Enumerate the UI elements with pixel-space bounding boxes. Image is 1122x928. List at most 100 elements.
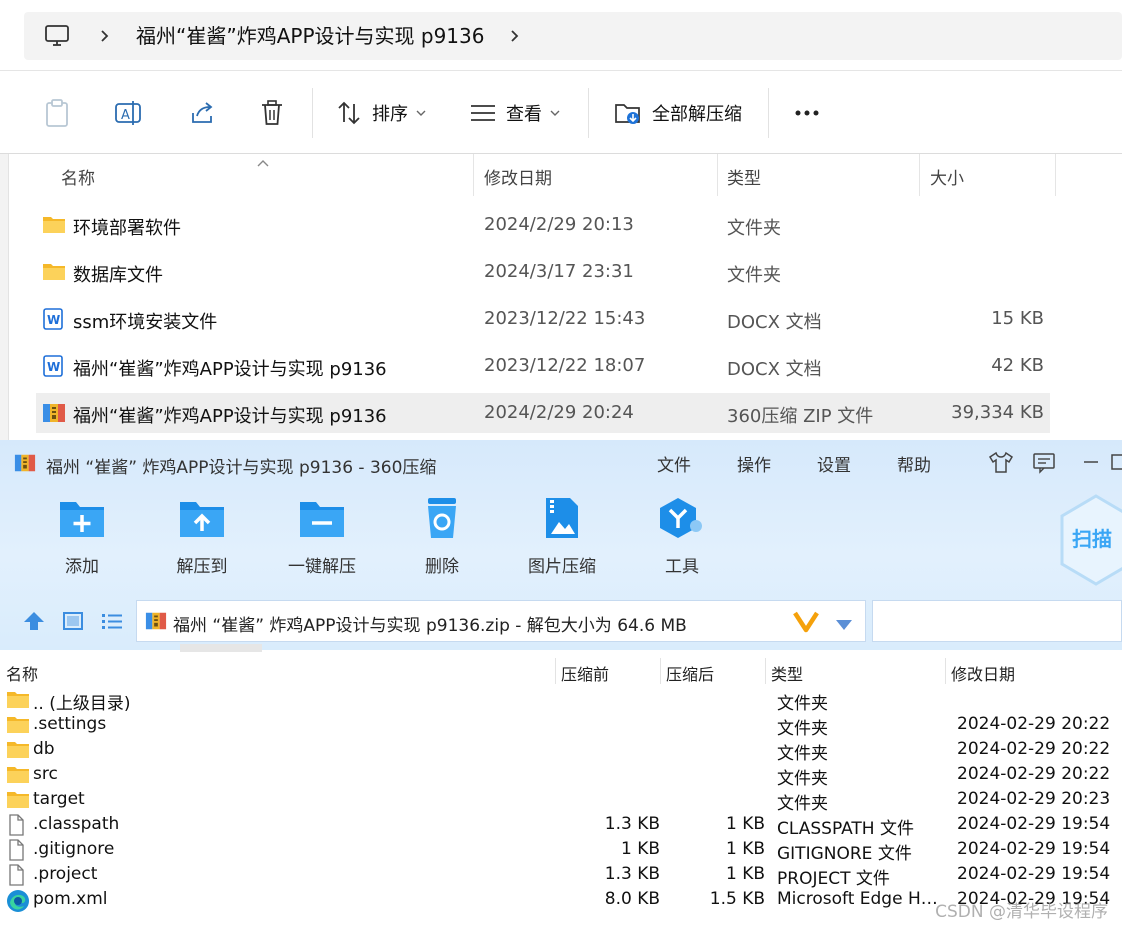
navigation-pane-edge — [0, 154, 9, 440]
file-row[interactable]: W ssm环境安装文件 2023/12/22 15:43 DOCX 文档 15 … — [36, 299, 1050, 339]
chevron-down-icon — [416, 110, 426, 116]
list-view-icon[interactable] — [100, 610, 124, 636]
archive-item-type: 文件夹 — [777, 769, 828, 789]
file-row-selected[interactable]: 福州“崔酱”炸鸡APP设计与实现 p9136 2024/2/29 20:24 3… — [36, 393, 1050, 433]
trash-icon — [262, 100, 282, 125]
extract-all-label: 全部解压缩 — [652, 104, 742, 125]
file-date: 2023/12/22 18:07 — [484, 355, 646, 376]
column-divider[interactable] — [660, 658, 661, 684]
command-bar: A 排序 查看 全部解压缩 — [0, 72, 1122, 154]
column-header-size[interactable]: 大小 — [930, 164, 964, 189]
zip-column-packed[interactable]: 压缩后 — [666, 661, 714, 685]
splitter-handle[interactable] — [180, 644, 262, 652]
archive-item-name: pom.xml — [33, 889, 108, 909]
file-row[interactable]: 数据库文件 2024/3/17 23:31 文件夹 — [36, 252, 1050, 292]
maximize-icon[interactable] — [1110, 450, 1122, 478]
zip-window-title: 福州 “崔酱” 炸鸡APP设计与实现 p9136 - 360压缩 — [46, 458, 437, 478]
column-header-name[interactable]: 名称 — [61, 164, 95, 189]
tools-label: 工具 — [665, 557, 699, 577]
archive-row[interactable]: .classpath 1.3 KB 1 KB CLASSPATH 文件 2024… — [0, 813, 1122, 839]
divider — [0, 70, 1122, 71]
archive-row[interactable]: src 文件夹 2024-02-29 20:22 — [0, 763, 1122, 789]
delete-button[interactable] — [260, 96, 284, 130]
zip-app-icon — [14, 452, 36, 478]
file-row[interactable]: W 福州“崔酱”炸鸡APP设计与实现 p9136 2023/12/22 18:0… — [36, 346, 1050, 386]
csdn-watermark: CSDN @清华毕设程序 — [935, 902, 1108, 922]
file-icon — [6, 864, 26, 890]
zip-column-size[interactable]: 压缩前 — [561, 661, 609, 685]
menu-settings[interactable]: 设置 — [817, 451, 851, 476]
column-divider[interactable] — [919, 154, 920, 196]
archive-row[interactable]: .gitignore 1 KB 1 KB GITIGNORE 文件 2024-0… — [0, 838, 1122, 864]
file-date: 2023/12/22 15:43 — [484, 308, 646, 329]
column-header-date[interactable]: 修改日期 — [484, 164, 552, 189]
rename-button[interactable]: A — [114, 96, 142, 130]
image-compress-icon — [546, 498, 578, 538]
paste-button[interactable] — [44, 96, 70, 130]
file-name: 福州“崔酱”炸鸡APP设计与实现 p9136 — [73, 406, 387, 427]
archive-item-type: 文件夹 — [777, 719, 828, 739]
zip-column-name[interactable]: 名称 — [6, 661, 38, 685]
archive-item-name: db — [33, 739, 55, 759]
archive-row[interactable]: .. (上级目录) 文件夹 — [0, 688, 1122, 714]
breadcrumb-current-folder[interactable]: 福州“崔酱”炸鸡APP设计与实现 p9136 — [136, 24, 484, 48]
column-divider[interactable] — [473, 154, 474, 196]
feedback-icon[interactable] — [1032, 450, 1056, 478]
chevron-right-icon[interactable] — [508, 24, 522, 52]
column-divider[interactable] — [945, 658, 946, 684]
archive-item-type: GITIGNORE 文件 — [777, 844, 912, 864]
address-bar[interactable]: 福州“崔酱”炸鸡APP设计与实现 p9136 — [24, 12, 1122, 60]
verified-v-icon[interactable] — [793, 609, 819, 637]
archive-item-size: 8.0 KB — [604, 889, 660, 909]
up-directory-icon[interactable] — [22, 610, 46, 636]
extract-all-button[interactable]: 全部解压缩 — [614, 96, 742, 130]
archive-row[interactable]: db 文件夹 2024-02-29 20:22 — [0, 738, 1122, 764]
one-click-extract-button[interactable]: 一键解压 — [262, 496, 382, 577]
divider — [312, 88, 313, 138]
zip-archive-icon — [42, 402, 66, 424]
sort-button[interactable]: 排序 — [336, 96, 426, 130]
thumbnail-view-icon[interactable] — [62, 610, 84, 636]
file-row[interactable]: 环境部署软件 2024/2/29 20:13 文件夹 — [36, 205, 1050, 245]
skin-shirt-icon[interactable] — [988, 450, 1014, 478]
dropdown-arrow-icon[interactable] — [835, 616, 853, 635]
add-button[interactable]: 添加 — [22, 496, 142, 577]
archive-path-field[interactable]: 福州 “崔酱” 炸鸡APP设计与实现 p9136.zip - 解包大小为 64.… — [136, 600, 866, 642]
column-divider[interactable] — [1055, 154, 1056, 196]
delete-archive-item-button[interactable]: 删除 — [382, 496, 502, 577]
archive-row[interactable]: .project 1.3 KB 1 KB PROJECT 文件 2024-02-… — [0, 863, 1122, 890]
zip-column-type[interactable]: 类型 — [771, 661, 803, 685]
tools-button[interactable]: 工具 — [622, 496, 742, 577]
sort-icon — [338, 101, 360, 125]
zip-column-date[interactable]: 修改日期 — [951, 661, 1015, 685]
sort-label: 排序 — [372, 104, 408, 125]
column-header-type[interactable]: 类型 — [727, 164, 761, 189]
this-pc-icon[interactable] — [44, 24, 70, 52]
archive-item-packed: 1 KB — [725, 839, 765, 859]
menu-help[interactable]: 帮助 — [897, 451, 931, 476]
column-divider[interactable] — [555, 658, 556, 684]
minimize-icon[interactable] — [1082, 450, 1100, 478]
scan-button[interactable]: 扫描 — [1058, 492, 1122, 592]
recycle-bin-icon — [428, 498, 456, 538]
menu-file[interactable]: 文件 — [657, 451, 691, 476]
menu-operate[interactable]: 操作 — [737, 451, 771, 476]
file-name: 环境部署软件 — [73, 218, 181, 239]
image-compress-button[interactable]: 图片压缩 — [502, 496, 622, 577]
file-type: 360压缩 ZIP 文件 — [727, 406, 874, 427]
chevron-right-icon[interactable] — [98, 24, 112, 52]
more-options-button[interactable] — [794, 96, 822, 130]
view-button[interactable]: 查看 — [470, 96, 560, 130]
column-divider[interactable] — [765, 658, 766, 684]
archive-row[interactable]: .settings 文件夹 2024-02-29 20:22 — [0, 713, 1122, 739]
column-divider[interactable] — [717, 154, 718, 196]
delete-label: 删除 — [425, 557, 459, 577]
archive-row[interactable]: target 文件夹 2024-02-29 20:23 — [0, 788, 1122, 814]
archive-item-date: 2024-02-29 20:22 — [957, 764, 1111, 784]
extract-to-button[interactable]: 解压到 — [142, 496, 262, 577]
zip-search-input[interactable] — [872, 600, 1122, 642]
share-button[interactable] — [188, 96, 216, 130]
folder-icon — [6, 764, 30, 788]
divider — [588, 88, 589, 138]
file-name: 数据库文件 — [73, 265, 163, 286]
